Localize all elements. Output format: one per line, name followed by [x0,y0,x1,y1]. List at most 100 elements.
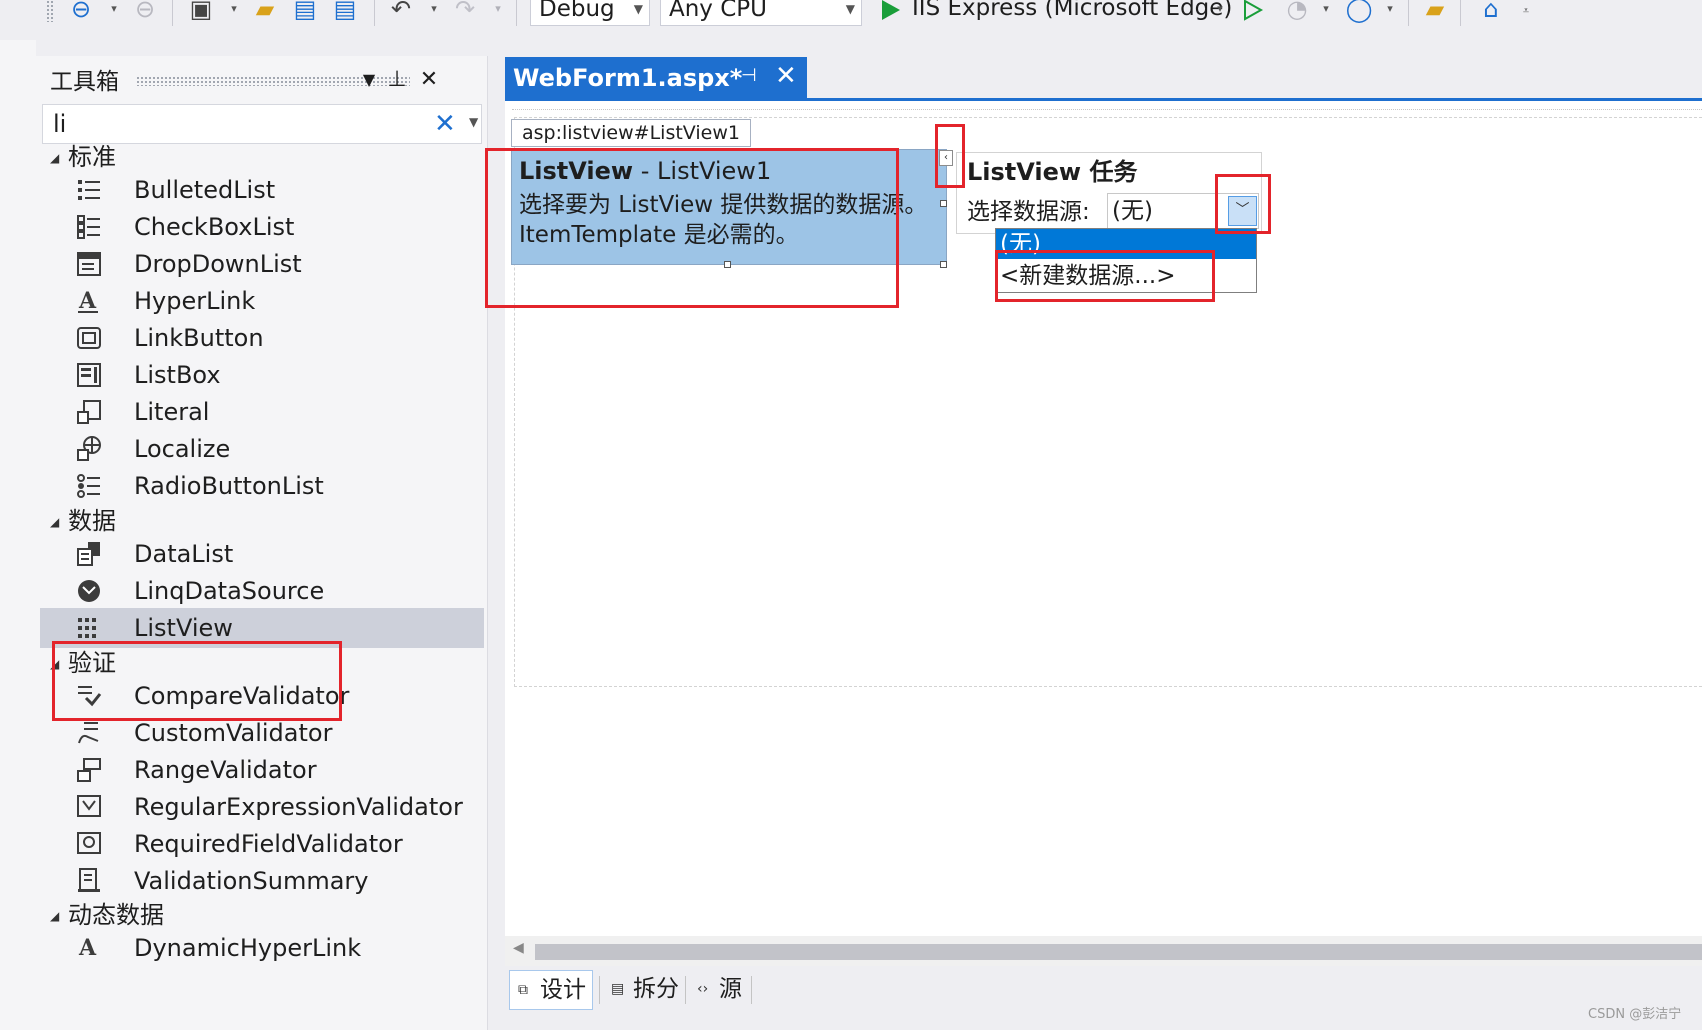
hot-reload-icon[interactable]: ◔ [1282,0,1312,24]
scroll-left-icon[interactable]: ◀ [513,940,524,956]
toolbox-item-regularexpressionvalidator[interactable]: RegularExpressionValidator [40,787,484,827]
category-data[interactable]: ◢ 数据 [50,504,116,538]
clear-search-icon[interactable]: ✕ [434,107,456,141]
toolbar-overflow-icon[interactable]: ⩡ [1520,5,1532,16]
toolbox-search-input[interactable]: li ✕ ▼ [42,104,482,144]
watermark: CSDN @彭洁宁 [1588,1007,1682,1022]
close-tab-icon[interactable]: ✕ [775,61,797,91]
toolbox-item-label: HyperLink [134,287,256,315]
toolbox-item-radiobuttonlist[interactable]: RadioButtonList [40,466,484,506]
toolbox-item-bulletedlist[interactable]: BulletedList [40,170,484,210]
navigate-forward-icon[interactable]: ⊖ [130,0,160,24]
undo-dropdown-icon[interactable]: ▾ [428,3,440,14]
refresh-icon[interactable]: ◯ [1344,0,1374,24]
category-standard[interactable]: ◢ 标准 [50,140,116,174]
solution-configuration-combo[interactable]: Debug ▼ [530,0,650,26]
start-without-debugging-icon[interactable] [1240,0,1264,22]
close-icon[interactable]: ✕ [416,66,442,94]
checkbox-list-icon [77,215,100,239]
toolbar-grip[interactable] [46,0,54,22]
chevron-down-icon[interactable]: ▼ [469,115,478,129]
highlight-box [485,148,899,308]
category-dynamic-data-label: 动态数据 [68,901,164,929]
toolbox-item-label: RadioButtonList [134,472,324,500]
toolbox-item-label: RegularExpressionValidator [134,793,463,821]
window-position-icon[interactable]: ▼ [356,66,382,94]
control-tag-label[interactable]: asp:listview#ListView1 [511,119,751,147]
toolbox-item-linqdatasource[interactable]: LinqDataSource [40,571,484,611]
choose-datasource-value: (无) [1112,198,1153,224]
tab-design[interactable]: ⧉ 设计 [509,970,593,1010]
toolbox-item-hyperlink[interactable]: A HyperLink [40,281,484,321]
scrollbar-thumb[interactable] [535,944,1702,960]
pin-tab-icon[interactable]: ⊣ [741,65,757,86]
toolbox-item-validationsummary[interactable]: ValidationSummary [40,861,484,901]
solution-platform-combo[interactable]: Any CPU ▼ [660,0,862,26]
pin-icon[interactable]: ⊥ [384,66,410,94]
browser-link-icon[interactable]: ⌂ [1476,0,1506,24]
data-list-icon [77,542,100,566]
link-button-icon [77,327,101,349]
toolbox-item-label: DataList [134,540,234,568]
toolbar-separator [1460,0,1461,26]
highlight-box [995,250,1215,302]
document-tab-webform1[interactable]: WebForm1.aspx* ⊣ ✕ [505,57,807,101]
run-target-dropdown-icon[interactable]: ▾ [1214,3,1226,14]
save-all-icon[interactable]: ▤ [330,0,360,24]
toolbox-item-label: Localize [134,435,231,463]
range-validator-icon [77,758,101,782]
toolbox-item-dynamichyperlink[interactable]: A DynamicHyperLink [40,928,484,968]
split-view-icon: ▤ [611,981,625,997]
tab-design-label: 设计 [540,977,586,1003]
toolbox-item-rangevalidator[interactable]: RangeValidator [40,750,484,790]
toolbar-separator [374,0,375,26]
save-icon[interactable]: ▤ [290,0,320,24]
run-target-label[interactable]: IIS Express (Microsoft Edge) [912,0,1232,22]
left-gutter [0,40,36,1030]
toolbox-item-localize[interactable]: Localize [40,429,484,469]
localize-globe-icon [77,436,101,461]
tab-split[interactable]: ▤ 拆分 [603,970,685,1010]
start-debugging-icon[interactable] [878,0,902,22]
tab-separator [599,976,600,1004]
toolbox-item-linkbutton[interactable]: LinkButton [40,318,484,358]
new-project-icon[interactable]: ▣ [186,0,216,24]
solution-configuration-value: Debug [539,0,615,22]
redo-icon[interactable]: ↷ [450,0,480,24]
document-tab-title: WebForm1.aspx* [513,64,743,92]
svg-text:A: A [78,288,97,314]
toolbox-item-label: RequiredFieldValidator [134,830,403,858]
category-dynamic-data[interactable]: ◢ 动态数据 [50,898,164,932]
toolbox-item-checkboxlist[interactable]: CheckBoxList [40,207,484,247]
resize-handle-right[interactable] [940,200,947,207]
toolbox-item-label: RangeValidator [134,756,317,784]
highlight-box [935,124,965,188]
open-folder-icon[interactable]: ▰ [250,0,280,24]
back-dropdown-icon[interactable]: ▾ [108,3,120,14]
highlight-box [52,641,342,721]
tab-source[interactable]: ‹› 源 [689,970,748,1010]
toolbox-title: 工具箱 [50,69,119,95]
chevron-down-icon: ▼ [845,2,855,16]
choose-datasource-label: 选择数据源: [967,199,1090,225]
highlight-box [1215,174,1271,234]
toolbox-item-requiredfieldvalidator[interactable]: RequiredFieldValidator [40,824,484,864]
toolbox-item-datalist[interactable]: DataList [40,534,484,574]
toolbox-item-listbox[interactable]: ListBox [40,355,484,395]
hot-reload-dropdown-icon[interactable]: ▾ [1320,3,1332,14]
toolbar-separator [172,0,173,26]
tab-separator [751,976,752,1004]
undo-icon[interactable]: ↶ [386,0,416,24]
redo-dropdown-icon[interactable]: ▾ [492,3,504,14]
navigate-back-icon[interactable]: ⊖ [66,0,96,24]
resize-handle-bottom-right[interactable] [940,261,947,268]
toolbox-item-dropdownlist[interactable]: DropDownList [40,244,484,284]
toolbox-item-literal[interactable]: Literal [40,392,484,432]
hyperlink-icon: A [78,288,98,314]
find-in-files-icon[interactable]: ▰ [1420,0,1450,24]
new-project-dropdown-icon[interactable]: ▾ [228,3,240,14]
refresh-dropdown-icon[interactable]: ▾ [1384,3,1396,14]
horizontal-scrollbar[interactable]: ◀ [505,936,1702,966]
bulleted-list-icon [78,180,100,200]
design-view-icon: ⧉ [518,982,528,998]
